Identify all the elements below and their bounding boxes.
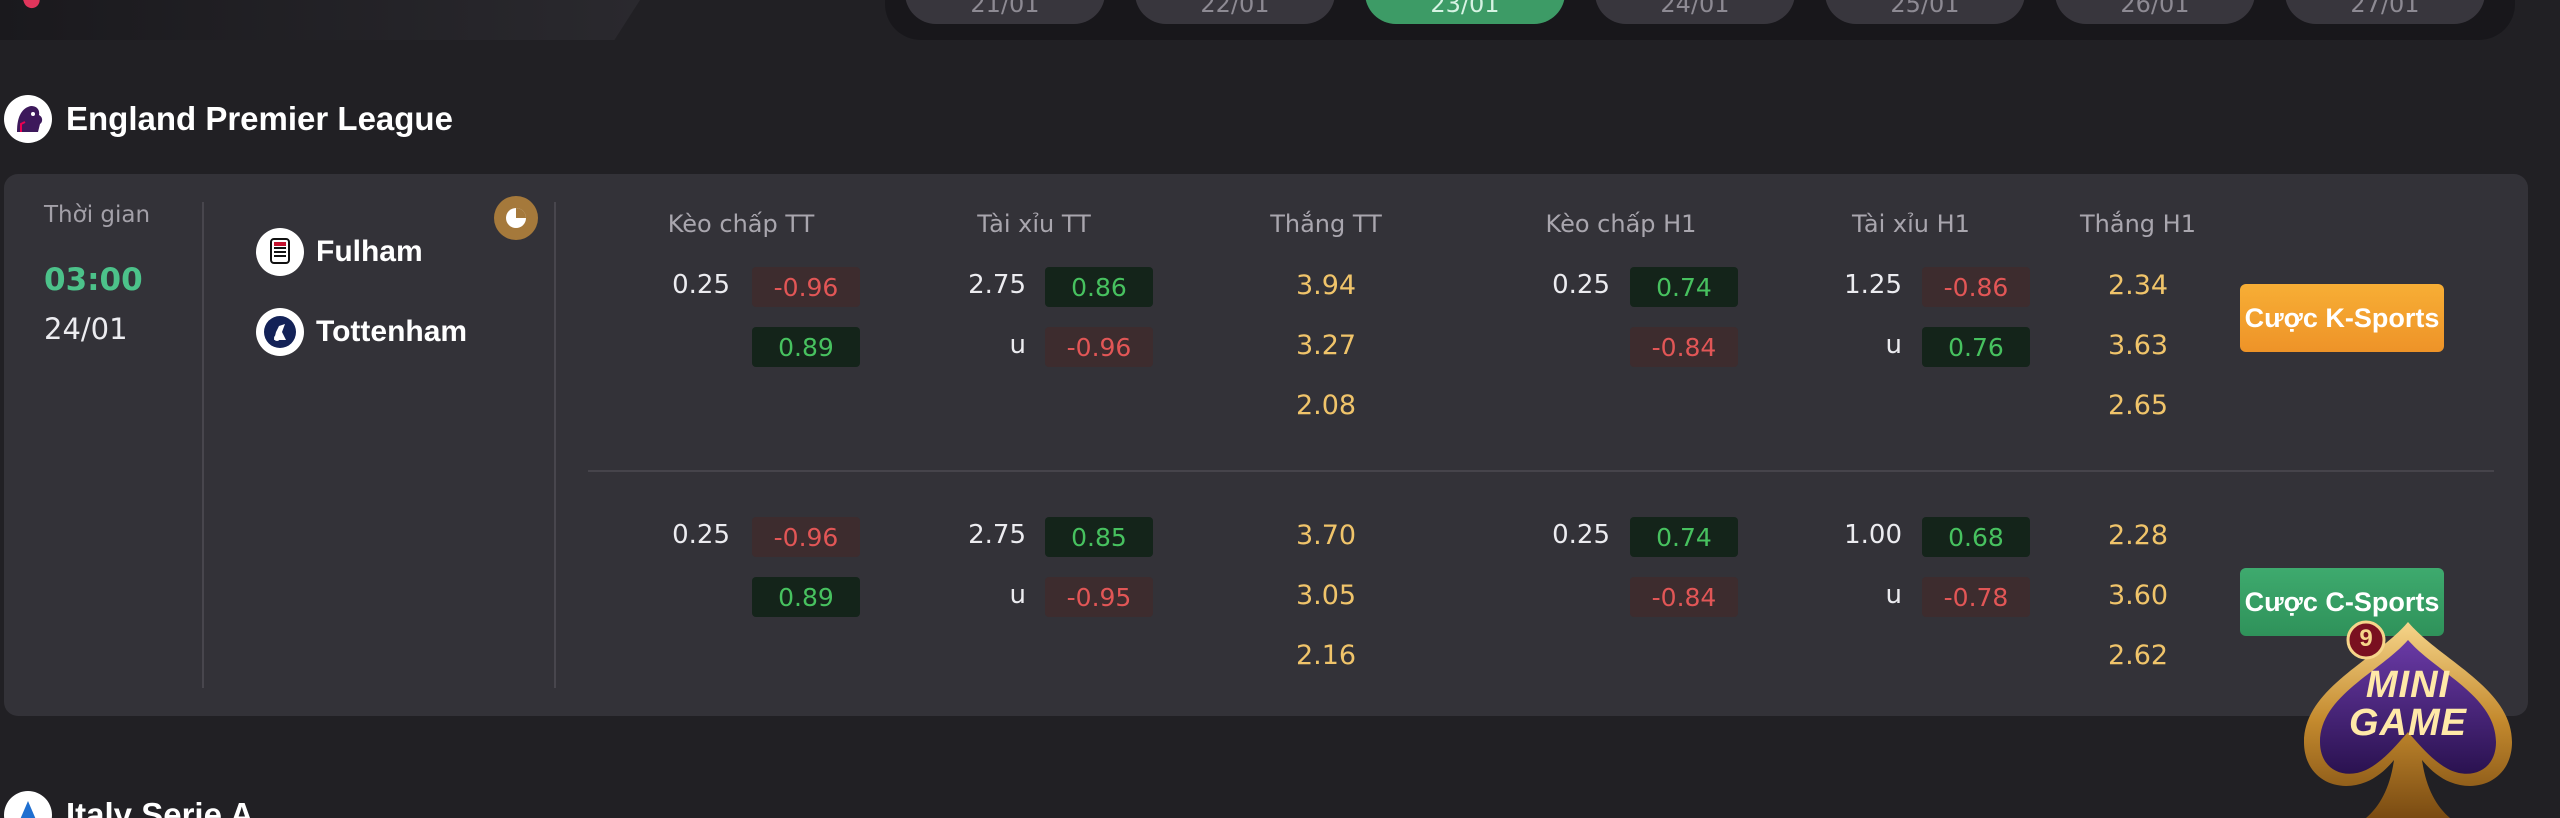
site-logo-mark [22, 0, 42, 11]
column-header-win-ft: Thắng TT [1270, 210, 1382, 238]
mini-game-badge: 9 [2359, 625, 2373, 652]
odds-cell[interactable]: -0.78 [1922, 577, 2030, 617]
column-header-win-h1: Thắng H1 [2080, 210, 2196, 238]
column-header-handicap-h1: Kèo chấp H1 [1545, 210, 1697, 238]
odds-cell[interactable]: -0.95 [1045, 577, 1153, 617]
time-label: Thời gian [44, 202, 151, 228]
column-header-over-under-ft: Tài xỉu TT [977, 210, 1091, 238]
odds-cell[interactable]: 0.85 [1045, 517, 1153, 557]
date-tab[interactable]: 25/01 [1825, 0, 2025, 24]
odds-cell[interactable]: 0.74 [1630, 267, 1738, 307]
mini-game-label-line2: GAME [2349, 702, 2467, 744]
under-label: u [1885, 330, 1902, 360]
handicap-line: 0.25 [672, 270, 730, 300]
total-line: 1.00 [1844, 520, 1902, 550]
odds-1x2-draw[interactable]: 3.05 [1276, 580, 1376, 611]
kickoff-date: 24/01 [44, 312, 128, 346]
date-tab[interactable]: 22/01 [1135, 0, 1335, 24]
bet-k-sports-button[interactable]: Cược K-Sports [2240, 284, 2444, 352]
odds-1x2-away[interactable]: 2.08 [1276, 390, 1376, 421]
total-line: 2.75 [968, 520, 1026, 550]
column-divider [554, 202, 556, 688]
date-tab[interactable]: 24/01 [1595, 0, 1795, 24]
odds-cell[interactable]: 0.68 [1922, 517, 2030, 557]
match-card: Thời gian 03:00 24/01 Fulham Tottenham K… [4, 174, 2528, 716]
odds-1x2-away[interactable]: 2.16 [1276, 640, 1376, 671]
odds-cell[interactable]: 0.86 [1045, 267, 1153, 307]
league-header: England Premier League [4, 94, 453, 144]
pie-chart-icon[interactable] [494, 196, 538, 240]
total-line: 2.75 [968, 270, 1026, 300]
odds-cell[interactable]: 0.76 [1922, 327, 2030, 367]
odds-1x2-draw[interactable]: 3.60 [2088, 580, 2188, 611]
odds-cell[interactable]: -0.84 [1630, 577, 1738, 617]
league-title[interactable]: England Premier League [66, 100, 453, 138]
tottenham-crest-icon [256, 308, 304, 356]
odds-cell[interactable]: 0.89 [752, 577, 860, 617]
league-title[interactable]: Italy Serie A [66, 796, 254, 818]
total-line: 1.25 [1844, 270, 1902, 300]
home-team-name: Fulham [316, 235, 423, 268]
under-label: u [1009, 580, 1026, 610]
odds-cell[interactable]: -0.96 [1045, 327, 1153, 367]
mini-game-label-line1: MINI [2365, 664, 2451, 706]
under-label: u [1885, 580, 1902, 610]
odds-1x2-draw[interactable]: 3.27 [1276, 330, 1376, 361]
date-tab[interactable]: 21/01 [905, 0, 1105, 24]
market-row-separator [588, 470, 2494, 472]
site-logo-area [0, 0, 640, 40]
odds-cell[interactable]: 0.89 [752, 327, 860, 367]
kickoff-time: 03:00 [44, 262, 143, 298]
handicap-line: 0.25 [1552, 270, 1610, 300]
handicap-line: 0.25 [1552, 520, 1610, 550]
away-team[interactable]: Tottenham [256, 308, 467, 356]
fulham-crest-icon [256, 228, 304, 276]
handicap-line: 0.25 [672, 520, 730, 550]
premier-league-lion-icon [4, 95, 52, 143]
odds-cell[interactable]: -0.84 [1630, 327, 1738, 367]
odds-1x2-away[interactable]: 2.62 [2088, 640, 2188, 671]
date-tab[interactable]: 26/01 [2055, 0, 2255, 24]
league-header: Italy Serie A [4, 790, 254, 818]
odds-1x2-away[interactable]: 2.65 [2088, 390, 2188, 421]
column-divider [202, 202, 204, 688]
odds-cell[interactable]: -0.96 [752, 517, 860, 557]
column-header-over-under-h1: Tài xỉu H1 [1852, 210, 1970, 238]
odds-cell[interactable]: 0.74 [1630, 517, 1738, 557]
odds-cell[interactable]: -0.96 [752, 267, 860, 307]
date-tab-active[interactable]: 23/01 [1365, 0, 1565, 24]
home-team[interactable]: Fulham [256, 228, 423, 276]
odds-1x2-home[interactable]: 2.28 [2088, 520, 2188, 551]
serie-a-icon [4, 791, 52, 818]
away-team-name: Tottenham [316, 315, 468, 348]
odds-1x2-draw[interactable]: 3.63 [2088, 330, 2188, 361]
mini-game-widget[interactable]: 9 MINI GAME [2290, 610, 2526, 818]
under-label: u [1009, 330, 1026, 360]
column-header-handicap-ft: Kèo chấp TT [667, 210, 815, 238]
odds-1x2-home[interactable]: 2.34 [2088, 270, 2188, 301]
odds-cell[interactable]: -0.86 [1922, 267, 2030, 307]
odds-1x2-home[interactable]: 3.94 [1276, 270, 1376, 301]
date-tab[interactable]: 27/01 [2285, 0, 2485, 24]
odds-1x2-home[interactable]: 3.70 [1276, 520, 1376, 551]
